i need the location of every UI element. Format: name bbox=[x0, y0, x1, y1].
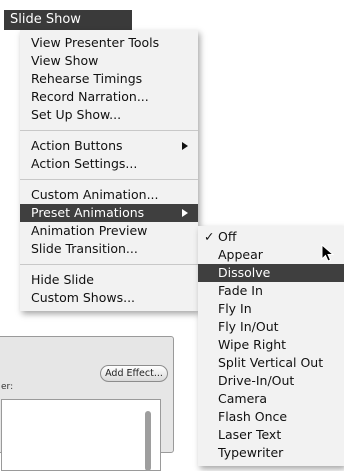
submenu-item-typewriter[interactable]: Typewriter bbox=[198, 444, 344, 462]
submenu-item-label: Fade In bbox=[218, 283, 263, 298]
menu-separator bbox=[20, 264, 198, 265]
menu-item-label: View Presenter Tools bbox=[31, 35, 160, 50]
menu-item-label: Custom Shows... bbox=[31, 290, 136, 305]
submenu-arrow-icon bbox=[182, 209, 188, 217]
menu-separator bbox=[20, 130, 198, 131]
menu-item-set-up-show[interactable]: Set Up Show... bbox=[20, 106, 198, 124]
menu-item-label: Hide Slide bbox=[31, 272, 94, 287]
field-label: er: bbox=[1, 382, 14, 392]
menu-item-record-narration[interactable]: Record Narration... bbox=[20, 88, 198, 106]
slide-show-menu-title[interactable]: Slide Show bbox=[4, 10, 132, 30]
menu-item-action-settings[interactable]: Action Settings... bbox=[20, 155, 198, 173]
submenu-item-fly-in-out[interactable]: Fly In/Out bbox=[198, 318, 344, 336]
submenu-item-dissolve[interactable]: Dissolve bbox=[198, 264, 344, 282]
custom-animation-window: Add Effect... er: bbox=[0, 336, 174, 471]
list-scrollbar[interactable] bbox=[145, 411, 151, 471]
menu-item-custom-animation[interactable]: Custom Animation... bbox=[20, 186, 198, 204]
add-effect-button[interactable]: Add Effect... bbox=[100, 365, 168, 382]
submenu-item-label: Flash Once bbox=[218, 409, 288, 424]
menu-item-label: Set Up Show... bbox=[31, 107, 122, 122]
menu-item-label: View Show bbox=[31, 53, 99, 68]
submenu-item-label: Fly In/Out bbox=[218, 319, 279, 334]
submenu-item-label: Off bbox=[218, 229, 237, 244]
submenu-item-label: Camera bbox=[218, 391, 268, 406]
menu-item-slide-transition[interactable]: Slide Transition... bbox=[20, 240, 198, 258]
menu-item-label: Preset Animations bbox=[31, 205, 145, 220]
menu-item-label: Record Narration... bbox=[31, 89, 149, 104]
menu-item-view-show[interactable]: View Show bbox=[20, 52, 198, 70]
submenu-item-drive-in-out[interactable]: Drive-In/Out bbox=[198, 372, 344, 390]
menu-item-label: Slide Transition... bbox=[31, 241, 138, 256]
menu-item-label: Rehearse Timings bbox=[31, 71, 143, 86]
checkmark-icon: ✓ bbox=[204, 229, 215, 244]
submenu-item-label: Typewriter bbox=[218, 445, 284, 460]
menu-item-action-buttons[interactable]: Action Buttons bbox=[20, 137, 198, 155]
submenu-item-label: Laser Text bbox=[218, 427, 282, 442]
menu-item-label: Action Buttons bbox=[31, 138, 123, 153]
menu-item-animation-preview[interactable]: Animation Preview bbox=[20, 222, 198, 240]
slide-show-menu: View Presenter Tools View Show Rehearse Ti… bbox=[20, 30, 198, 311]
menu-item-rehearse-timings[interactable]: Rehearse Timings bbox=[20, 70, 198, 88]
submenu-item-label: Drive-In/Out bbox=[218, 373, 295, 388]
menu-separator bbox=[20, 179, 198, 180]
submenu-item-label: Fly In bbox=[218, 301, 252, 316]
submenu-arrow-icon bbox=[182, 142, 188, 150]
submenu-item-label: Wipe Right bbox=[218, 337, 287, 352]
menu-item-custom-shows[interactable]: Custom Shows... bbox=[20, 289, 198, 307]
submenu-item-laser-text[interactable]: Laser Text bbox=[198, 426, 344, 444]
submenu-item-split-vertical-out[interactable]: Split Vertical Out bbox=[198, 354, 344, 372]
menu-item-hide-slide[interactable]: Hide Slide bbox=[20, 271, 198, 289]
effects-list[interactable] bbox=[1, 399, 161, 471]
submenu-item-fly-in[interactable]: Fly In bbox=[198, 300, 344, 318]
submenu-item-label: Appear bbox=[218, 247, 263, 262]
submenu-item-label: Dissolve bbox=[218, 265, 271, 280]
submenu-item-camera[interactable]: Camera bbox=[198, 390, 344, 408]
submenu-item-label: Split Vertical Out bbox=[218, 355, 324, 370]
submenu-item-flash-once[interactable]: Flash Once bbox=[198, 408, 344, 426]
menu-item-view-presenter-tools[interactable]: View Presenter Tools bbox=[20, 34, 198, 52]
submenu-item-fade-in[interactable]: Fade In bbox=[198, 282, 344, 300]
menu-item-label: Custom Animation... bbox=[31, 187, 159, 202]
menu-item-label: Animation Preview bbox=[31, 223, 148, 238]
menu-item-preset-animations[interactable]: Preset Animations bbox=[20, 204, 198, 222]
submenu-item-wipe-right[interactable]: Wipe Right bbox=[198, 336, 344, 354]
menu-item-label: Action Settings... bbox=[31, 156, 138, 171]
mouse-pointer-icon bbox=[321, 244, 335, 262]
